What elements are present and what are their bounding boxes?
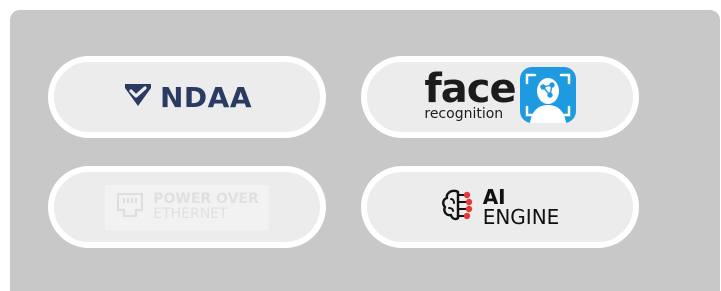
poe-badge: POWER OVER ETHERNET [48, 166, 326, 248]
poe-line2: ETHERNET [153, 206, 228, 222]
face-title: face [424, 66, 516, 112]
face-subtitle: recognition [424, 106, 504, 122]
poe-logo: POWER OVER ETHERNET [105, 184, 269, 230]
ai-line1: AI [482, 185, 506, 209]
face-scan-icon [519, 66, 576, 128]
ndaa-logo: NDAA [122, 81, 252, 114]
ethernet-port-icon [115, 191, 145, 224]
ndaa-label: NDAA [159, 80, 252, 114]
brain-circuit-icon [441, 187, 475, 228]
features-panel [10, 10, 720, 291]
ndaa-badge: NDAA [48, 56, 326, 138]
ai-engine-badge: AI ENGINE [361, 166, 639, 248]
poe-line1: POWER OVER [153, 191, 259, 208]
ai-engine-logo: AI ENGINE [441, 185, 560, 229]
shield-check-icon [122, 82, 154, 113]
ai-line2: ENGINE [482, 205, 560, 229]
face-recognition-badge: face recognition [361, 56, 639, 138]
face-recognition-logo: face recognition [424, 66, 576, 128]
